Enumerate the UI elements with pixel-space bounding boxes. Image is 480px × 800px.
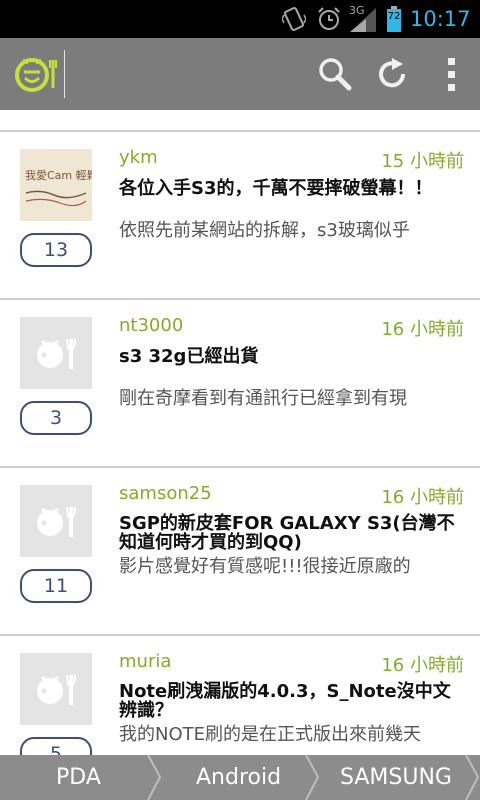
post-title: SGP的新皮套FOR GALAXY S3(台灣不知道何時才買的到QQ) <box>119 513 455 553</box>
clock: 10:17 <box>410 7 471 31</box>
breadcrumb-separator-icon <box>147 755 162 800</box>
action-bar-divider <box>64 50 65 98</box>
network-type: 3G <box>349 4 365 17</box>
post-thumbnail: 我愛Cam 輕鬆聊! <box>20 149 92 221</box>
breadcrumb: PDA Android SAMSUNG <box>0 755 480 800</box>
breadcrumb-separator-icon <box>465 755 480 800</box>
overflow-menu-icon[interactable] <box>427 50 475 98</box>
breadcrumb-item-samsung[interactable]: SAMSUNG <box>340 755 452 800</box>
post-author: samson25 <box>119 483 212 504</box>
post-list[interactable]: 我愛Cam 輕鬆聊! 13 ykm 15 小時前 各位入手S3的，千萬不要摔破螢… <box>0 110 480 755</box>
post-title: 各位入手S3的，千萬不要摔破螢幕！！ <box>119 178 433 199</box>
list-item[interactable]: 3 nt3000 16 小時前 s3 32g已經出貨 剛在奇摩看到有通訊行已經拿… <box>0 300 480 466</box>
reply-count-badge: 3 <box>20 401 92 435</box>
post-time: 16 小時前 <box>381 487 464 508</box>
battery-icon: 72 <box>386 0 402 38</box>
battery-level: 72 <box>387 11 401 22</box>
post-time: 16 小時前 <box>381 655 464 676</box>
reply-count-badge: 13 <box>20 233 92 267</box>
post-author: ykm <box>119 147 158 168</box>
post-excerpt: 影片感覺好有質感呢!!!很接近原廠的 <box>119 556 411 577</box>
vibrate-icon <box>282 0 306 38</box>
reply-count-badge: 5 <box>20 737 92 755</box>
list-item[interactable]: 5 muria 16 小時前 Note刷洩漏版的4.0.3，S_Note沒中文辨… <box>0 636 480 755</box>
post-excerpt: 依照先前某網站的拆解，s3玻璃似乎 <box>119 220 410 241</box>
action-bar <box>0 38 480 110</box>
list-item[interactable]: 我愛Cam 輕鬆聊! 13 ykm 15 小時前 各位入手S3的，千萬不要摔破螢… <box>0 132 480 298</box>
post-title: Note刷洩漏版的4.0.3，S_Note沒中文辨識？ <box>119 681 451 721</box>
status-bar: 3G 72 10:17 <box>0 0 480 38</box>
thumbnail-text-line1: 我愛Cam 輕鬆聊! <box>25 168 92 182</box>
post-time: 16 小時前 <box>381 319 464 340</box>
post-title: s3 32g已經出貨 <box>119 346 259 367</box>
signal-icon: 3G <box>348 0 378 38</box>
post-author: muria <box>119 651 172 672</box>
breadcrumb-item-android[interactable]: Android <box>196 755 281 800</box>
reply-count-badge: 11 <box>20 569 92 603</box>
breadcrumb-item-pda[interactable]: PDA <box>56 755 101 800</box>
alarm-icon <box>316 0 342 38</box>
post-excerpt: 剛在奇摩看到有通訊行已經拿到有現 <box>119 388 407 409</box>
search-icon[interactable] <box>311 50 359 98</box>
default-avatar-icon <box>20 317 92 389</box>
default-avatar-icon <box>20 653 92 725</box>
post-time: 15 小時前 <box>381 151 464 172</box>
breadcrumb-separator-icon <box>305 755 320 800</box>
post-excerpt: 我的NOTE刷的是在正式版出來前幾天 <box>119 724 421 745</box>
app-logo-icon[interactable] <box>12 50 60 98</box>
post-author: nt3000 <box>119 315 184 336</box>
refresh-icon[interactable] <box>369 50 417 98</box>
default-avatar-icon <box>20 485 92 557</box>
list-item[interactable]: 11 samson25 16 小時前 SGP的新皮套FOR GALAXY S3(… <box>0 468 480 634</box>
